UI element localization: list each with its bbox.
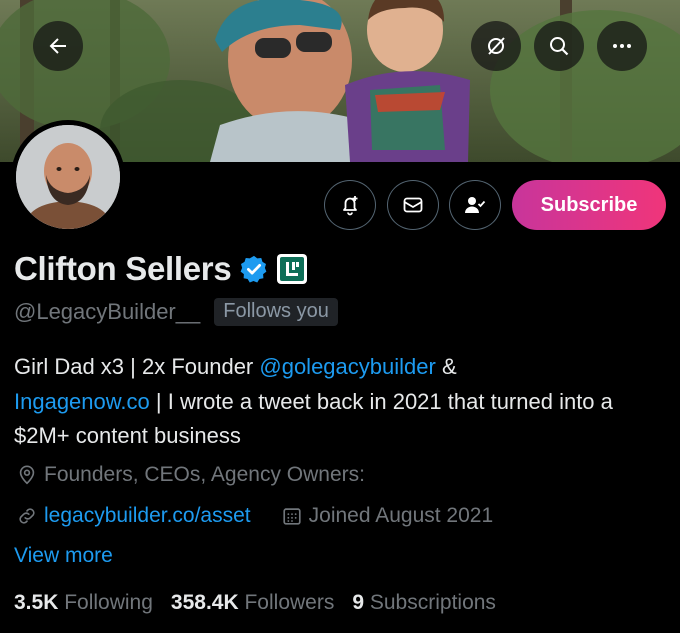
subscriptions-count: 9 (352, 591, 365, 614)
location-text: Founders, CEOs, Agency Owners: (44, 463, 365, 486)
profile-stats: 3.5K Following 358.4K Followers 9 Subscr… (14, 591, 496, 615)
grok-button[interactable] (471, 21, 521, 71)
bio-mention-link[interactable]: @golegacybuilder (259, 354, 435, 379)
person-check-icon (465, 197, 486, 213)
profile-name: Clifton Sellers (14, 250, 232, 287)
grok-icon (488, 37, 505, 55)
subscriptions-stat[interactable]: 9 Subscriptions (352, 591, 496, 615)
profile-avatar[interactable] (11, 120, 125, 234)
following-count: 3.5K (14, 591, 59, 614)
verified-badge-icon[interactable] (239, 254, 269, 284)
arrow-left-icon (49, 38, 66, 54)
bio-text: & (435, 354, 457, 379)
profile-handle: @LegacyBuilder__ (14, 299, 201, 324)
followers-label: Followers (244, 591, 335, 614)
envelope-icon (403, 197, 423, 213)
bio-url-link[interactable]: Ingagenow.co (14, 389, 150, 414)
website-link[interactable]: legacybuilder.co/asset (44, 504, 251, 528)
followers-stat[interactable]: 358.4K Followers (171, 591, 334, 615)
location-pin-icon (19, 465, 35, 485)
subscribe-button[interactable]: Subscribe (512, 180, 666, 230)
following-button[interactable] (449, 180, 501, 230)
affiliate-badge-icon[interactable] (277, 254, 308, 284)
back-button[interactable] (33, 21, 83, 71)
search-icon (550, 37, 569, 56)
profile-meta-row: legacybuilder.co/asset Joined August 202… (16, 504, 493, 528)
notify-button[interactable] (324, 180, 376, 230)
following-label: Following (64, 591, 153, 614)
subscriptions-label: Subscriptions (369, 591, 496, 614)
search-button[interactable] (534, 21, 584, 71)
bell-plus-icon (343, 196, 358, 216)
link-icon (19, 508, 35, 524)
profile-bio: Girl Dad x3 | 2x Founder @golegacybuilde… (14, 350, 664, 454)
following-stat[interactable]: 3.5K Following (14, 591, 153, 615)
message-button[interactable] (387, 180, 439, 230)
more-button[interactable] (597, 21, 647, 71)
avatar-photo (16, 125, 120, 229)
profile-name-row: Clifton Sellers (14, 250, 308, 288)
follows-you-badge: Follows you (214, 298, 338, 326)
profile-location: Founders, CEOs, Agency Owners: (16, 463, 365, 487)
more-icon (613, 44, 631, 48)
followers-count: 358.4K (170, 591, 239, 614)
bio-text: Girl Dad x3 | 2x Founder (14, 354, 260, 379)
joined-date: Joined August 2021 (308, 504, 494, 527)
calendar-icon (283, 508, 301, 525)
handle-row: @LegacyBuilder__ Follows you (14, 298, 338, 326)
view-more-link[interactable]: View more (14, 544, 113, 568)
